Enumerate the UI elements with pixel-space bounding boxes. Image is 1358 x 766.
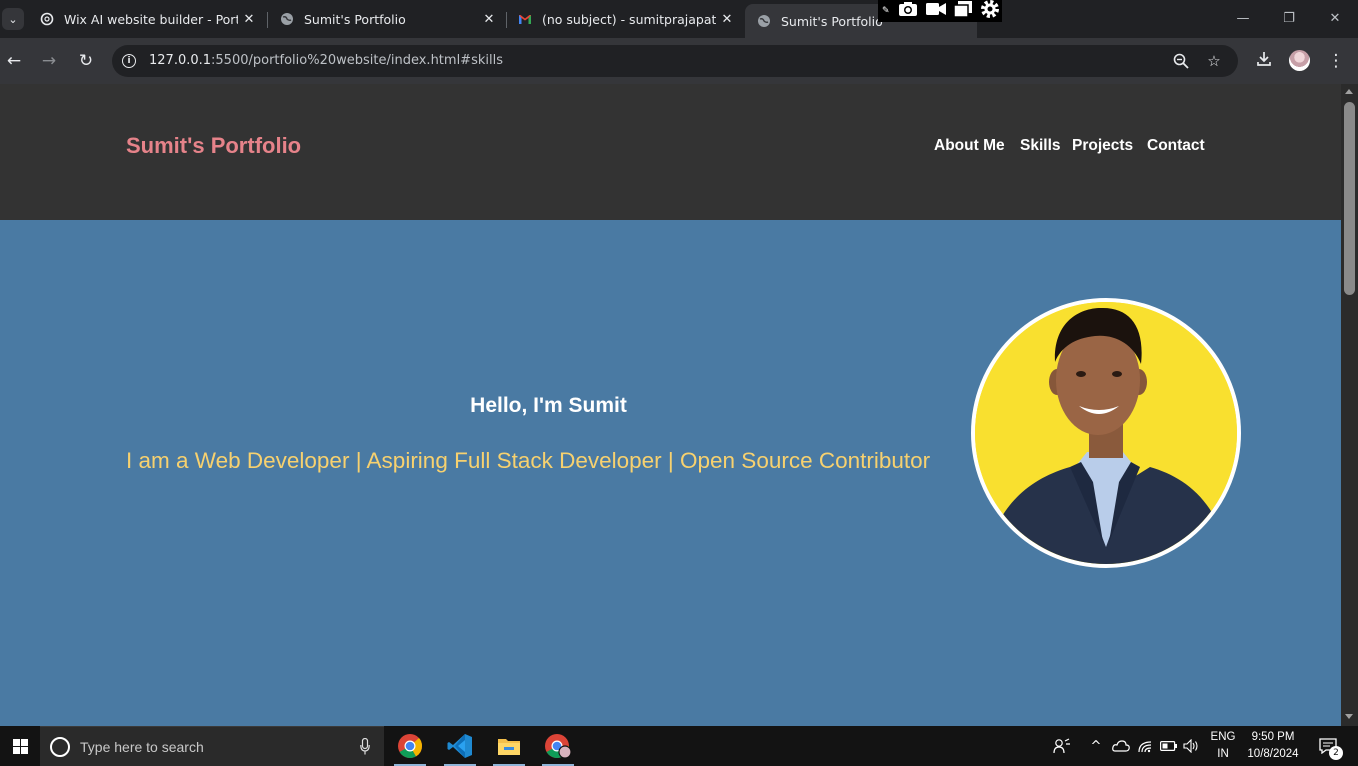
region-code: IN [1217,748,1229,760]
windows-taskbar: Type here to search ^ ENG IN 9:50 PM 10/… [0,726,1358,766]
more-vert-icon: ⋮ [1327,51,1345,71]
start-button[interactable] [0,726,40,766]
close-tab-icon[interactable]: ✕ [478,12,500,27]
site-header: Sumit's Portfolio About Me Skills Projec… [0,84,1341,220]
page-viewport: Sumit's Portfolio About Me Skills Projec… [0,84,1341,726]
downloads-button[interactable] [1252,49,1276,73]
tab-gmail[interactable]: (no subject) - sumitprajapat024 ✕ [506,0,744,38]
reload-button[interactable]: ↻ [74,49,98,73]
gmail-icon [518,12,532,26]
clock-date: 10/8/2024 [1247,748,1299,760]
notification-count: 2 [1329,746,1343,760]
pin-icon[interactable]: ✎ [882,6,890,16]
close-icon: ✕ [1329,10,1341,26]
chrome-profile-icon[interactable] [534,726,582,766]
arrow-left-icon: ← [6,51,22,71]
site-logo[interactable]: Sumit's Portfolio [126,133,301,159]
tab-search-button[interactable]: ⌄ [2,8,24,30]
chevron-down-icon: ⌄ [8,12,18,26]
nav-link-contact[interactable]: Contact [1147,137,1205,155]
url-host: 127.0.0.1 [149,53,212,68]
url-path: :5500/portfolio%20website/index.html#ski… [211,53,503,68]
notification-button[interactable]: 2 [1313,726,1343,766]
language-code: ENG [1210,731,1236,743]
close-tab-icon[interactable]: ✕ [716,12,738,27]
minimize-icon: — [1236,10,1250,26]
gear-icon[interactable] [980,0,1000,23]
address-bar[interactable]: i 127.0.0.1:5500/portfolio%20website/ind… [112,45,1238,77]
nav-link-skills[interactable]: Skills [1020,137,1061,155]
chatgpt-icon [40,12,54,26]
download-icon [1256,51,1272,72]
language-indicator[interactable]: ENG IN [1206,729,1240,763]
close-window-button[interactable]: ✕ [1312,0,1358,36]
globe-icon [757,14,771,28]
close-tab-icon[interactable]: ✕ [238,12,260,27]
tab-portfolio-1[interactable]: Sumit's Portfolio ✕ [268,0,506,38]
scrollbar-thumb[interactable] [1344,102,1355,295]
page-scrollbar[interactable] [1341,84,1358,726]
tab-wix-ai[interactable]: Wix AI website builder - Portfolio ✕ [28,0,266,38]
search-placeholder: Type here to search [80,739,204,755]
nav-link-about[interactable]: About Me [934,137,1005,155]
vscode-icon[interactable] [436,726,484,766]
scroll-up-icon[interactable] [1345,89,1353,94]
tab-title: Sumit's Portfolio [304,11,406,27]
reload-icon: ↻ [78,51,94,71]
volume-icon[interactable] [1182,726,1202,766]
network-icon[interactable] [1136,726,1156,766]
tab-title: (no subject) - sumitprajapat024 [542,11,716,27]
search-circle-icon [50,737,70,757]
screen-capture-toolbar: ✎ [878,0,1002,22]
arrow-right-icon: → [41,51,57,71]
chevron-up-icon[interactable]: ^ [1088,726,1104,766]
bookmark-star-icon[interactable]: ☆ [1204,51,1224,71]
profile-avatar[interactable] [1289,50,1310,71]
profile-photo [971,298,1241,568]
url-text[interactable]: 127.0.0.1:5500/portfolio%20website/index… [149,53,503,68]
hero-subtitle: I am a Web Developer | Aspiring Full Sta… [126,448,931,473]
minimize-button[interactable]: — [1220,0,1266,36]
forward-button[interactable]: → [37,49,61,73]
taskbar-search[interactable]: Type here to search [40,726,384,766]
back-button[interactable]: ← [2,49,26,73]
restore-button[interactable]: ❐ [1266,0,1312,36]
restore-icon: ❐ [1283,10,1295,26]
tab-title: Wix AI website builder - Portfolio [64,11,238,27]
camera-icon[interactable] [898,1,918,21]
chrome-icon[interactable] [386,726,434,766]
people-icon[interactable] [1050,726,1074,766]
onedrive-icon[interactable] [1110,726,1132,766]
battery-icon[interactable] [1159,726,1179,766]
window-capture-icon[interactable] [952,1,972,21]
zoom-icon[interactable] [1171,51,1191,71]
clock-time: 9:50 PM [1251,731,1295,743]
microphone-icon[interactable] [360,738,370,755]
hero-title: Hello, I'm Sumit [470,394,627,417]
globe-icon [280,12,294,26]
clock[interactable]: 9:50 PM 10/8/2024 [1240,729,1306,763]
scroll-down-icon[interactable] [1345,714,1353,719]
site-info-icon[interactable]: i [122,54,136,68]
file-explorer-icon[interactable] [485,726,533,766]
video-camera-icon[interactable] [925,2,946,20]
hero-section: Hello, I'm Sumit I am a Web Developer | … [0,220,1341,726]
tab-strip: ⌄ Wix AI website builder - Portfolio ✕ S… [0,0,1358,38]
person-illustration [975,302,1237,564]
windows-logo-icon [12,738,28,754]
nav-link-projects[interactable]: Projects [1072,137,1133,155]
menu-button[interactable]: ⋮ [1324,49,1348,73]
